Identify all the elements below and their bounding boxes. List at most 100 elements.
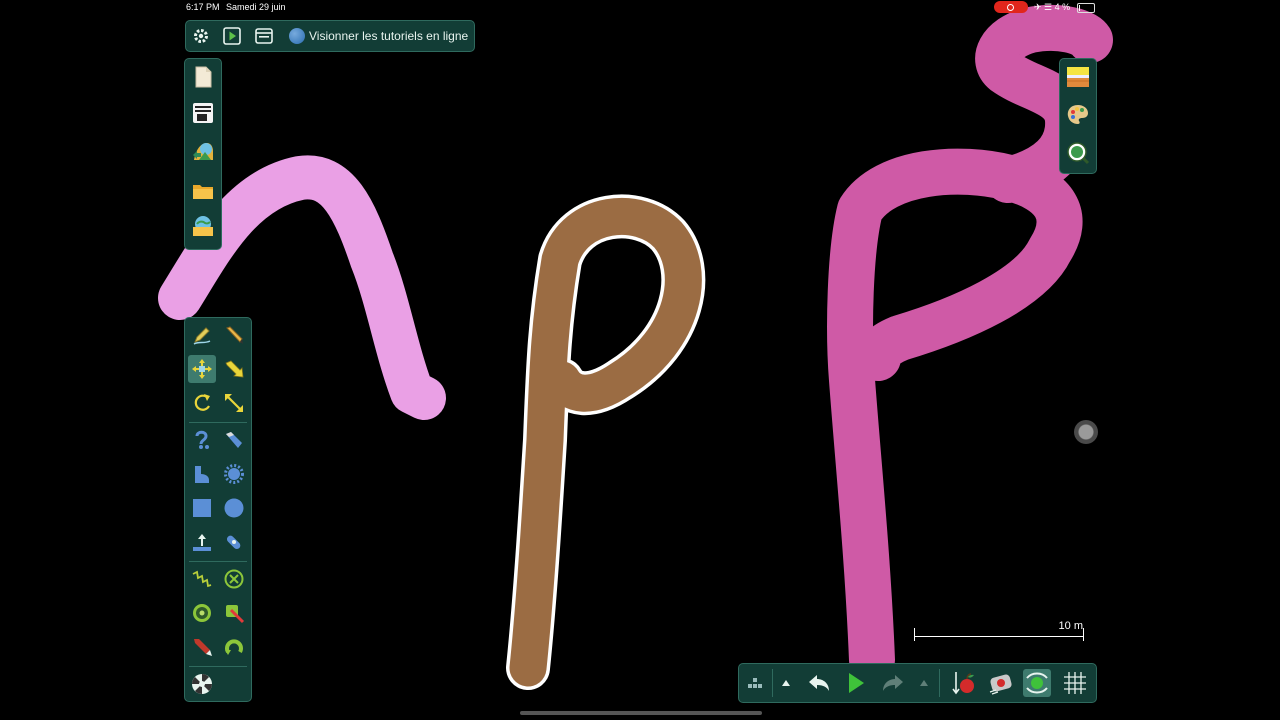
scale-tick-left xyxy=(914,628,915,641)
scene-template-icon[interactable] xyxy=(191,101,215,125)
polygon-tool-button[interactable] xyxy=(188,460,216,488)
air-friction-icon xyxy=(989,674,1012,695)
knife-tool-button[interactable] xyxy=(220,426,248,454)
pencil-tool-button[interactable] xyxy=(220,321,248,349)
expand-up-icon xyxy=(920,680,928,686)
tool-separator xyxy=(189,561,247,562)
scale-indicator: 10 m xyxy=(912,620,1087,650)
settings-button[interactable] xyxy=(190,26,212,46)
rotate-tool-button[interactable] xyxy=(188,389,216,417)
open-library-icon[interactable] xyxy=(191,215,215,239)
zoom-fit-icon[interactable] xyxy=(1066,141,1090,165)
hinge-tool-button[interactable] xyxy=(220,528,248,556)
gravity-icon xyxy=(952,672,974,695)
tool-separator xyxy=(189,666,247,667)
spring-tool-button[interactable] xyxy=(188,565,216,593)
window-icon xyxy=(255,28,273,44)
gravity-button[interactable] xyxy=(949,669,977,697)
thruster-tool-button[interactable] xyxy=(188,599,216,627)
play-icon xyxy=(223,27,241,45)
undo-icon xyxy=(809,675,829,691)
gear-shape-tool-button[interactable] xyxy=(220,460,248,488)
laser-tool-button[interactable] xyxy=(220,599,248,627)
rope-tool-icon xyxy=(195,430,209,449)
gear-shape-tool-icon xyxy=(224,464,244,484)
brown-p-stroke[interactable] xyxy=(509,197,702,687)
status-battery-text: ✈ ☰ 4 % xyxy=(1034,2,1071,12)
snap-grid-button[interactable] xyxy=(741,669,769,697)
box-tool-button[interactable] xyxy=(188,494,216,522)
window-button[interactable] xyxy=(253,26,275,46)
resize-tool-button[interactable] xyxy=(220,389,248,417)
hinge-tool-icon xyxy=(226,535,241,550)
tutorials-link[interactable]: Visionner les tutoriels en ligne xyxy=(309,29,468,43)
battery-icon xyxy=(1077,3,1095,13)
scale-bar xyxy=(914,636,1084,637)
laser-tool-icon xyxy=(226,605,245,624)
grid-toggle-button[interactable] xyxy=(1061,669,1089,697)
status-time: 6:17 PM xyxy=(186,2,220,12)
assistive-touch-button[interactable] xyxy=(1074,420,1098,444)
draw-tool-button[interactable] xyxy=(188,321,216,349)
axle-tool-icon xyxy=(225,639,243,655)
texture-tool-icon xyxy=(192,674,212,694)
weld-tool-button[interactable] xyxy=(220,565,248,593)
drag-arrow-icon xyxy=(225,360,244,378)
drag-tool-button[interactable] xyxy=(220,355,248,383)
undo-button[interactable] xyxy=(805,669,833,697)
toolbar-separator xyxy=(772,669,773,697)
status-bar: 6:17 PM Samedi 29 juin ✈ ☰ 4 % xyxy=(0,0,1280,14)
view-follow-icon xyxy=(1026,672,1048,694)
new-document-icon[interactable] xyxy=(191,65,215,89)
file-toolbar xyxy=(184,58,222,250)
scale-label: 10 m xyxy=(1058,620,1083,632)
tool-separator xyxy=(189,422,247,423)
magenta-p-stroke[interactable] xyxy=(827,148,1083,683)
screen-recording-icon xyxy=(994,1,1028,13)
spring-tool-icon xyxy=(192,570,212,588)
resize-tool-icon xyxy=(225,394,243,412)
expand-up-icon xyxy=(782,680,790,686)
air-friction-button[interactable] xyxy=(987,669,1015,697)
redo-button[interactable] xyxy=(879,669,907,697)
top-toolbar: Visionner les tutoriels en ligne xyxy=(185,20,475,52)
view-follow-button[interactable] xyxy=(1023,669,1051,697)
gear-icon xyxy=(194,29,208,43)
import-image-icon[interactable] xyxy=(191,139,215,163)
axle-tool-button[interactable] xyxy=(220,633,248,661)
weld-tool-icon xyxy=(224,569,244,589)
open-folder-icon[interactable] xyxy=(191,179,215,203)
rope-tool-button[interactable] xyxy=(188,426,216,454)
toolbar-separator xyxy=(939,669,940,697)
move-tool-button[interactable] xyxy=(188,355,216,383)
simulation-toolbar xyxy=(738,663,1097,703)
circle-tool-button[interactable] xyxy=(220,494,248,522)
tracer-tool-button[interactable] xyxy=(188,633,216,661)
draw-tool-icon xyxy=(193,327,211,345)
scale-tick-right xyxy=(1083,628,1084,641)
palette-icon[interactable] xyxy=(1066,103,1090,127)
status-date: Samedi 29 juin xyxy=(226,2,286,12)
pencil-tool-icon xyxy=(226,326,243,344)
globe-icon xyxy=(289,28,305,44)
thruster-tool-icon xyxy=(193,604,211,622)
play-demo-button[interactable] xyxy=(221,26,243,46)
polygon-tool-icon xyxy=(195,466,209,483)
grid-snap-icon xyxy=(748,678,762,688)
background-icon[interactable] xyxy=(1066,65,1090,89)
circle-tool-icon xyxy=(224,498,244,518)
texture-tool-button[interactable] xyxy=(188,670,216,698)
fixate-tool-button[interactable] xyxy=(188,528,216,556)
right-toolbar xyxy=(1059,58,1097,174)
tool-palette xyxy=(184,317,252,702)
expand-up-button[interactable] xyxy=(914,669,934,697)
move-tool-icon xyxy=(192,359,212,379)
expand-up-button[interactable] xyxy=(776,669,796,697)
home-indicator[interactable] xyxy=(520,711,762,715)
redo-icon xyxy=(883,675,903,691)
tracer-tool-icon xyxy=(194,639,212,656)
play-simulation-button[interactable] xyxy=(842,669,870,697)
knife-tool-icon xyxy=(226,432,242,448)
grid-icon xyxy=(1064,672,1086,694)
box-tool-icon xyxy=(193,499,211,517)
